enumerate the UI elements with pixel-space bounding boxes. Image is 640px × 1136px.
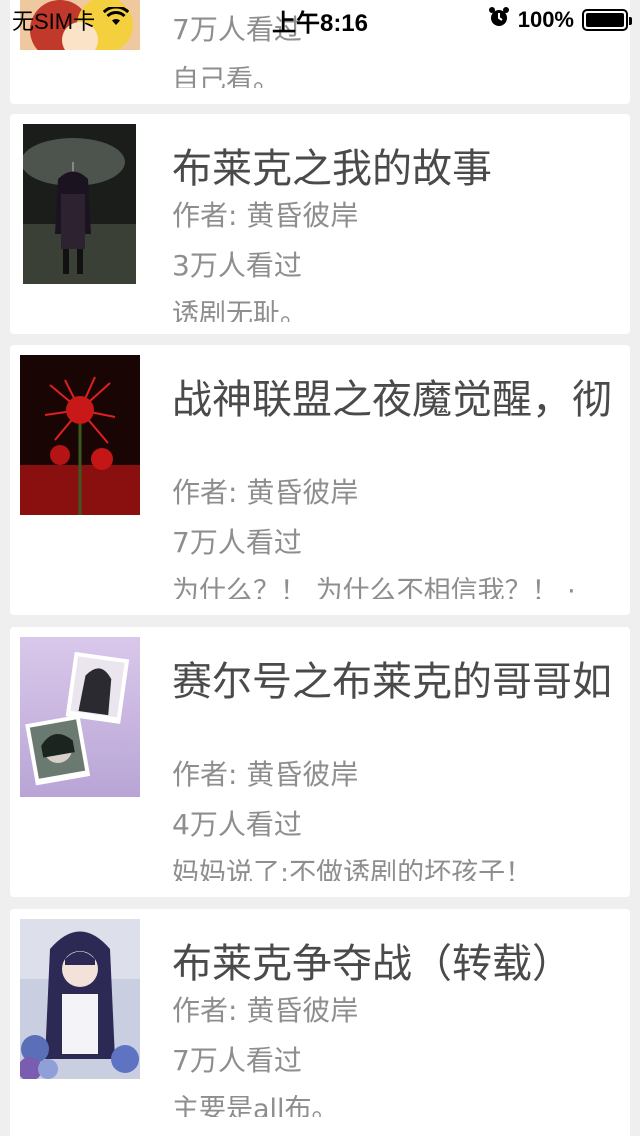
book-summary: 主要是all布。 xyxy=(172,1094,339,1117)
book-author: 作者: 黄昏彼岸 xyxy=(172,476,359,509)
book-card[interactable]: 战神联盟之夜魔觉醒，彻 作者: 黄昏彼岸 7万人看过 为什么？！ 为什么不相信我… xyxy=(10,345,630,615)
book-summary: 诱剧无耻。 xyxy=(172,299,307,322)
book-author: 作者: 黄昏彼岸 xyxy=(172,994,359,1027)
status-left: 无SIM卡 xyxy=(12,4,130,36)
book-author: 作者: 黄昏彼岸 xyxy=(172,758,359,791)
red-spider-lily-cover-icon xyxy=(20,355,140,515)
book-title: 战神联盟之夜魔觉醒，彻 xyxy=(172,377,612,423)
carrier-label: 无SIM卡 xyxy=(12,9,96,34)
book-card[interactable]: 布莱克争夺战（转载） 作者: 黄昏彼岸 7万人看过 主要是all布。 xyxy=(10,909,630,1136)
book-title: 赛尔号之布莱克的哥哥如 xyxy=(172,659,612,705)
book-card[interactable]: 布莱克之我的故事 作者: 黄昏彼岸 3万人看过 诱剧无耻。 xyxy=(10,114,630,334)
status-right: 100% xyxy=(488,6,632,34)
two-anime-portraits-cover-icon xyxy=(20,637,140,797)
book-title: 布莱克争夺战（转载） xyxy=(172,941,572,987)
status-bar: 无SIM卡 上午8:16 100% xyxy=(0,0,640,40)
battery-icon xyxy=(582,9,632,31)
book-views: 7万人看过 xyxy=(172,1044,302,1077)
book-summary: 妈妈说了:不做诱剧的坏孩子！ xyxy=(172,858,533,881)
girl-with-umbrella-cover-icon xyxy=(23,124,136,284)
book-views: 4万人看过 xyxy=(172,808,302,841)
wifi-icon xyxy=(102,5,130,33)
screen: 无SIM卡 上午8:16 100% 7万人看过 自己看。 布莱克之我的故事 作者… xyxy=(0,0,640,1136)
book-summary: 为什么？！ 为什么不相信我？！ · xyxy=(172,576,576,599)
book-views: 7万人看过 xyxy=(172,526,302,559)
alarm-icon xyxy=(488,6,510,34)
girl-with-hydrangea-cover-icon xyxy=(20,919,140,1079)
battery-percent: 100% xyxy=(517,7,574,32)
book-card[interactable]: 赛尔号之布莱克的哥哥如 作者: 黄昏彼岸 4万人看过 妈妈说了:不做诱剧的坏孩子… xyxy=(10,627,630,897)
book-title: 布莱克之我的故事 xyxy=(172,146,492,192)
book-views: 3万人看过 xyxy=(172,249,302,282)
book-author: 作者: 黄昏彼岸 xyxy=(172,199,359,232)
book-summary: 自己看。 xyxy=(172,65,280,88)
